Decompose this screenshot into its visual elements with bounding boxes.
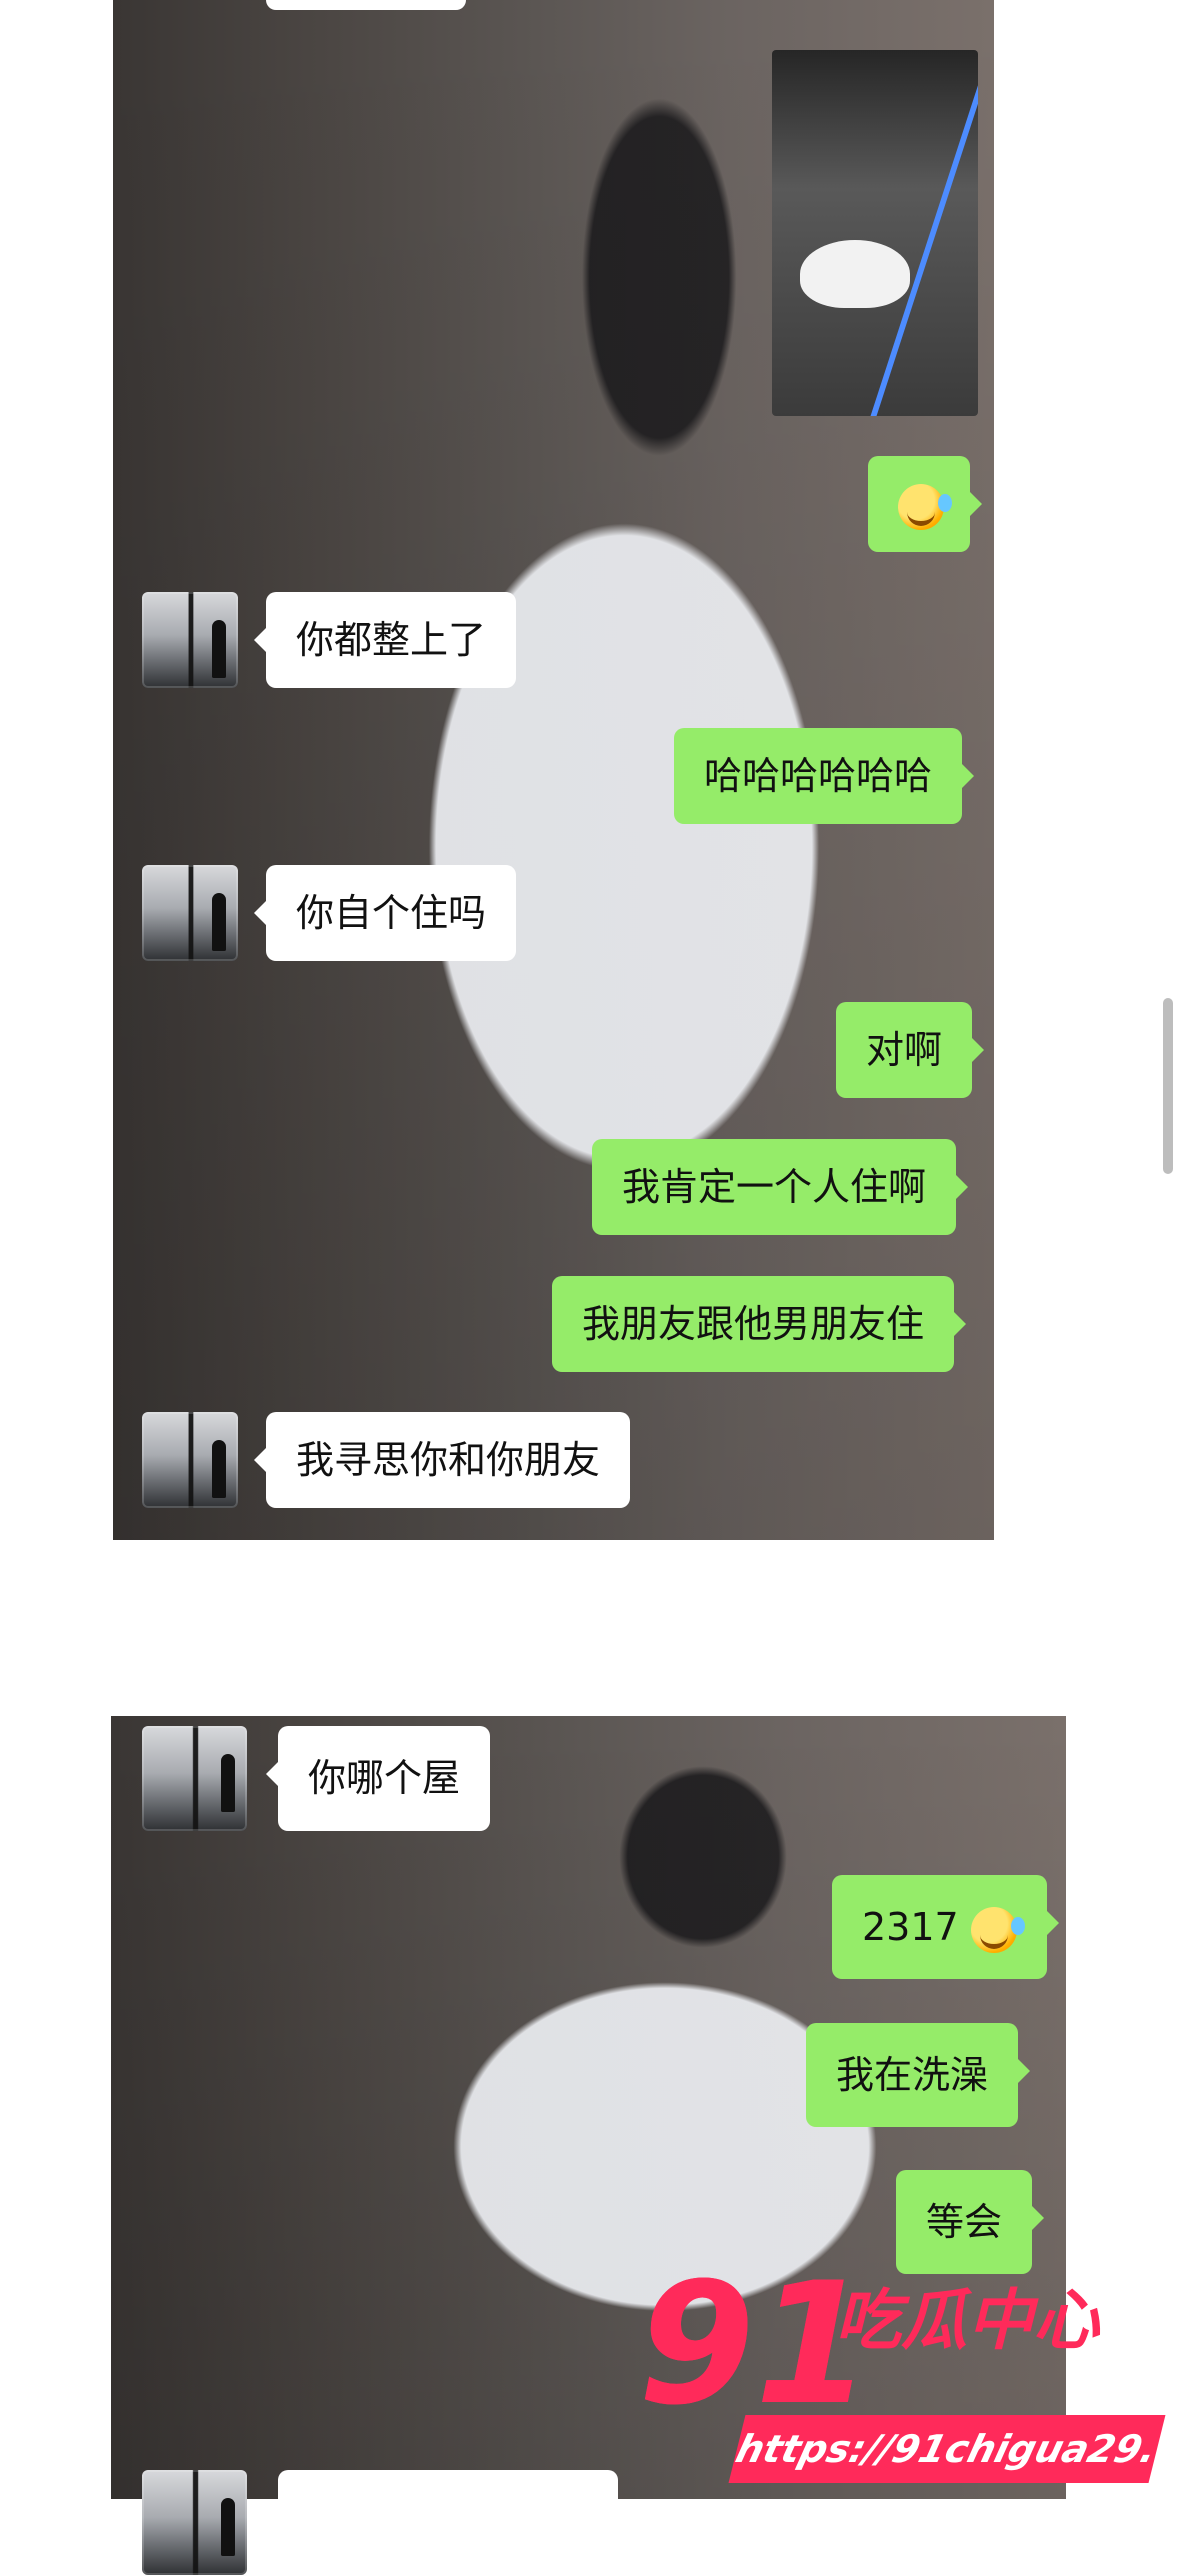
message-text: 我寻思你和你朋友	[296, 1438, 601, 1482]
avatar[interactable]	[142, 592, 238, 688]
message-bubble-5[interactable]: 对啊	[836, 1002, 985, 1098]
message-bubble-6[interactable]: 我肯定一个人住啊	[592, 1139, 969, 1235]
message-bubble-4[interactable]: 你自个住吗	[253, 865, 517, 961]
message-text: 你都整上了	[296, 618, 487, 662]
scrollbar[interactable]	[1163, 998, 1173, 1174]
message-text: 我在洗澡	[836, 2053, 989, 2097]
laugh-cry-icon	[898, 483, 952, 530]
message-text: 你自个住吗	[296, 891, 487, 935]
message-bubble-8[interactable]: 我寻思你和你朋友	[253, 1412, 631, 1508]
message-bubble-3[interactable]: 哈哈哈哈哈哈	[674, 728, 975, 824]
avatar[interactable]	[142, 865, 238, 961]
message-text: 你哪个屋	[308, 1756, 461, 1800]
message-bubble-2[interactable]: 你都整上了	[253, 592, 517, 688]
bathroom-photo[interactable]	[772, 50, 978, 416]
message-text: 我朋友跟他男朋友住	[582, 1302, 925, 1346]
message-bubble-10[interactable]: 2317	[832, 1875, 1059, 1979]
message-bubble-12[interactable]: 等会	[896, 2170, 1045, 2274]
message-text: 哈哈哈哈哈哈	[704, 754, 933, 798]
avatar[interactable]	[142, 1412, 238, 1508]
message-text: 2317	[862, 1905, 959, 1949]
message-text: 对啊	[866, 1028, 943, 1072]
avatar[interactable]	[142, 2470, 247, 2575]
avatar[interactable]	[142, 1726, 247, 1831]
message-bubble-11[interactable]: 我在洗澡	[806, 2023, 1031, 2127]
message-bubble-9[interactable]: 你哪个屋	[265, 1726, 491, 1831]
message-text: 等会	[926, 2200, 1003, 2244]
message-bubble-7[interactable]: 我朋友跟他男朋友住	[552, 1276, 967, 1372]
partial-bottom-bubble[interactable]	[266, 2470, 618, 2575]
watermark-url: https://91chigua29.com	[728, 2415, 1178, 2483]
message-bubble-1[interactable]	[868, 456, 982, 552]
partial-top-bubble[interactable]	[266, 0, 466, 10]
message-text: 我肯定一个人住啊	[622, 1165, 927, 1209]
laugh-cry-icon	[970, 1906, 1025, 1953]
watermark-brand-text: 吃瓜中心	[835, 2282, 1099, 2359]
